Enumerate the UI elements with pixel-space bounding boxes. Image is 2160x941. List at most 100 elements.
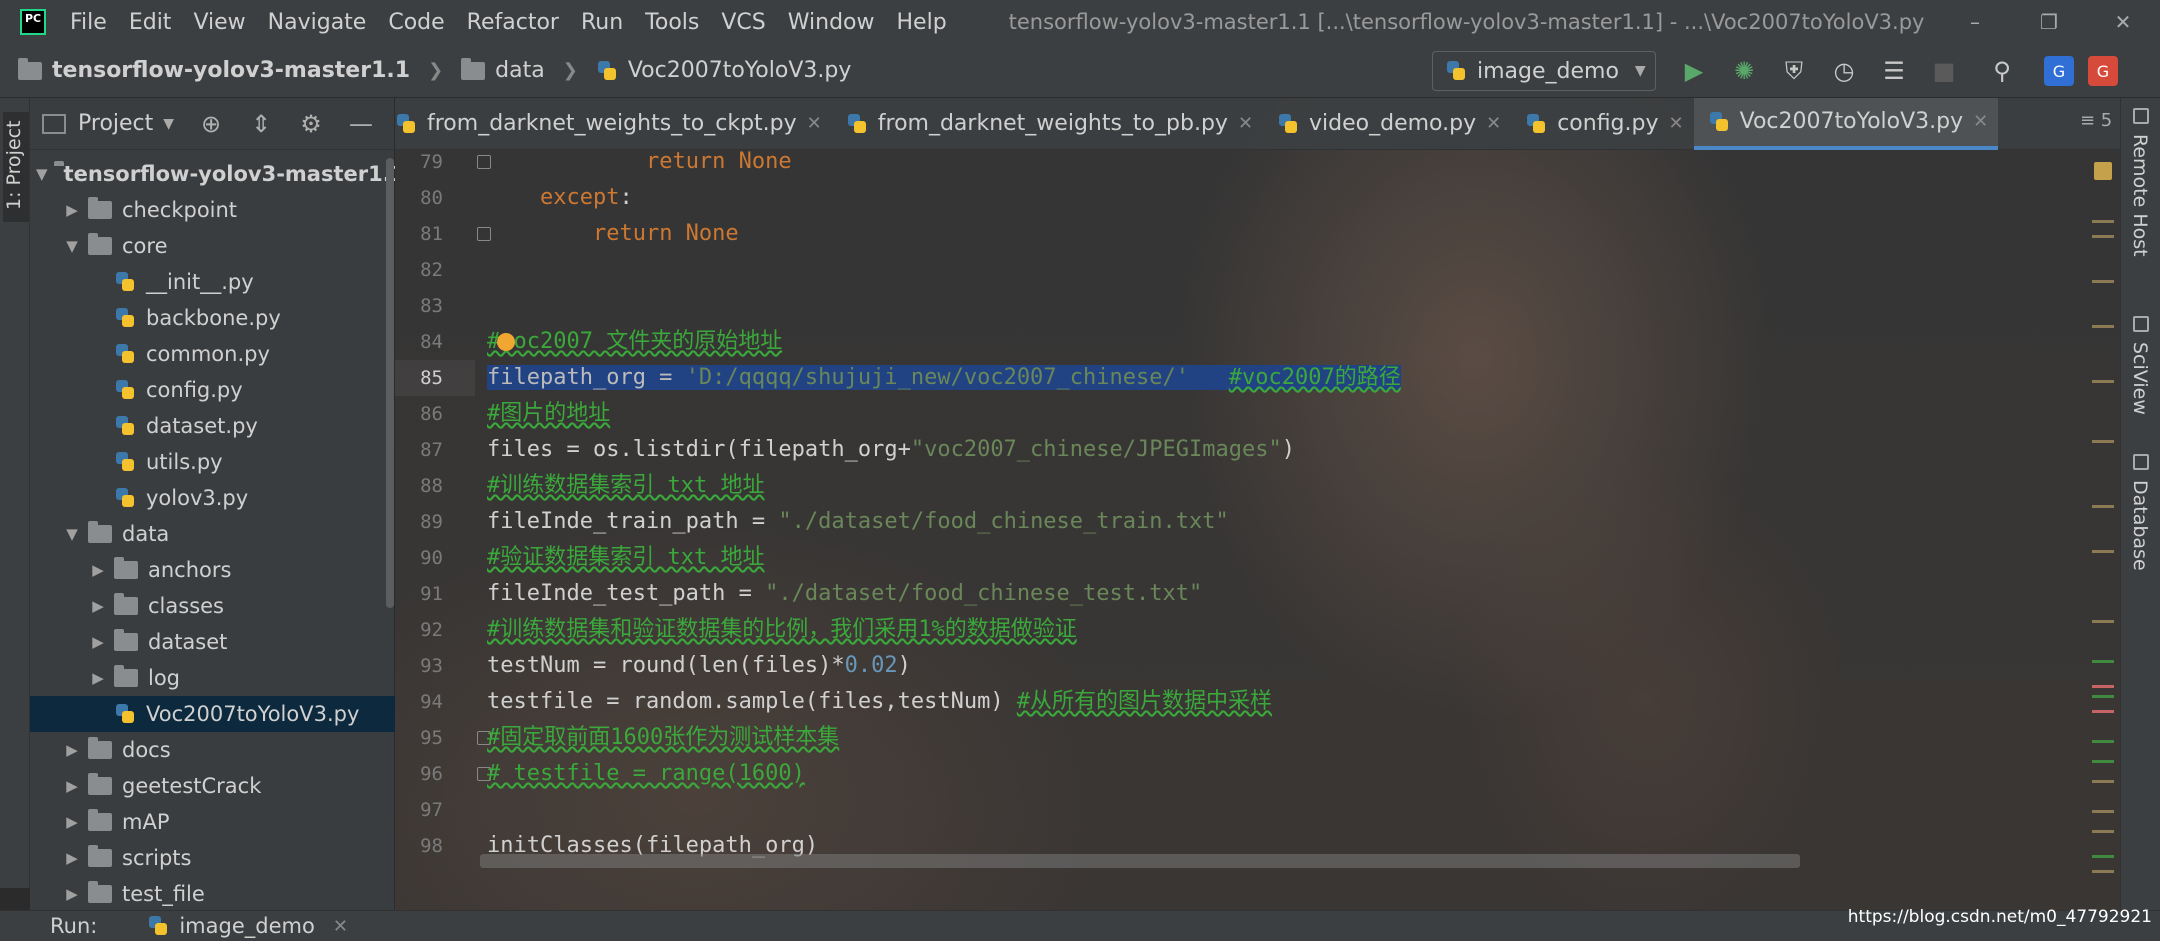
menu-tools[interactable]: Tools bbox=[645, 10, 699, 35]
locate-file-icon[interactable]: ⊕ bbox=[186, 110, 236, 138]
tree-folder-row[interactable]: ▼ data bbox=[30, 516, 395, 552]
tree-folder-row[interactable]: ▶ checkpoint bbox=[30, 192, 395, 228]
tree-file-row[interactable]: __init__.py bbox=[30, 264, 395, 300]
close-tab-icon[interactable]: ✕ bbox=[1238, 113, 1253, 134]
tree-file-row[interactable]: dataset.py bbox=[30, 408, 395, 444]
project-view-selector[interactable]: Project bbox=[78, 111, 153, 136]
collapsed-arrow-icon[interactable]: ▶ bbox=[62, 885, 82, 903]
error-stripe-marker[interactable] bbox=[2092, 620, 2114, 623]
run-icon[interactable]: ▶ bbox=[1676, 53, 1712, 89]
remote-host-tab[interactable]: Remote Host bbox=[2129, 134, 2151, 257]
error-stripe-marker[interactable] bbox=[2092, 780, 2114, 783]
error-stripe-marker[interactable] bbox=[2092, 740, 2114, 743]
breadcrumb-file[interactable]: Voc2007toYoloV3.py bbox=[578, 58, 851, 83]
error-stripe-marker[interactable] bbox=[2092, 830, 2114, 833]
tree-folder-row[interactable]: ▶ classes bbox=[30, 588, 395, 624]
error-stripe-marker[interactable] bbox=[2092, 695, 2114, 698]
editor-tab[interactable]: config.py ✕ bbox=[1511, 98, 1693, 150]
breadcrumb-data[interactable]: data ❯ bbox=[443, 57, 578, 83]
run-configuration-select[interactable]: image_demo ▼ bbox=[1432, 51, 1656, 91]
error-stripe-marker[interactable] bbox=[2092, 550, 2114, 553]
error-stripe-marker[interactable] bbox=[2092, 810, 2114, 813]
tree-folder-row[interactable]: ▶ mAP bbox=[30, 804, 395, 840]
run-tab-image-demo[interactable]: image_demo bbox=[179, 914, 314, 938]
menu-run[interactable]: Run bbox=[581, 10, 623, 35]
gear-icon[interactable]: ⚙ bbox=[286, 110, 336, 138]
sciview-tab[interactable]: SciView bbox=[2129, 342, 2151, 415]
expanded-arrow-icon[interactable]: ▼ bbox=[62, 525, 82, 543]
coverage-icon[interactable]: ⛨ bbox=[1776, 53, 1812, 89]
tree-file-row[interactable]: yolov3.py bbox=[30, 480, 395, 516]
menu-refactor[interactable]: Refactor bbox=[467, 10, 559, 35]
tab-overflow-menu[interactable]: ≡ 5 bbox=[2080, 110, 2120, 131]
profile-icon[interactable]: ◷ bbox=[1826, 53, 1862, 89]
collapsed-arrow-icon[interactable]: ▶ bbox=[62, 777, 82, 795]
tree-folder-row[interactable]: ▼tensorflow-yolov3-master1.1D:\王磊个人 bbox=[30, 156, 519, 192]
editor-tab[interactable]: from_darknet_weights_to_ckpt.py ✕ bbox=[395, 98, 832, 150]
tree-folder-row[interactable]: ▼ core bbox=[30, 228, 395, 264]
error-stripe-marker[interactable] bbox=[2092, 660, 2114, 663]
tree-file-row[interactable]: backbone.py bbox=[30, 300, 395, 336]
expanded-arrow-icon[interactable]: ▼ bbox=[36, 165, 48, 183]
stop-icon[interactable]: ■ bbox=[1926, 53, 1962, 89]
translate-icon[interactable]: G bbox=[2044, 56, 2074, 86]
editor-tab[interactable]: from_darknet_weights_to_pb.py ✕ bbox=[832, 98, 1263, 150]
error-stripe-marker[interactable] bbox=[2092, 220, 2114, 223]
breadcrumb-project[interactable]: tensorflow-yolov3-master1.1 ❯ bbox=[0, 57, 443, 83]
collapsed-arrow-icon[interactable]: ▶ bbox=[88, 633, 108, 651]
tree-folder-row[interactable]: ▶ scripts bbox=[30, 840, 395, 876]
error-stripe-marker[interactable] bbox=[2092, 760, 2114, 763]
minimize-icon[interactable]: – bbox=[1938, 0, 2012, 44]
code-area[interactable]: return None except: return None #voc2007 … bbox=[487, 149, 2117, 910]
collapse-all-icon[interactable]: ⇕ bbox=[236, 110, 286, 138]
error-stripe-marker[interactable] bbox=[2092, 440, 2114, 443]
error-stripe-marker[interactable] bbox=[2092, 280, 2114, 283]
collapsed-arrow-icon[interactable]: ▶ bbox=[88, 597, 108, 615]
translate-alt-icon[interactable]: G bbox=[2088, 56, 2118, 86]
menu-file[interactable]: File bbox=[70, 10, 107, 35]
tree-folder-row[interactable]: ▶ anchors bbox=[30, 552, 395, 588]
hide-panel-icon[interactable]: — bbox=[336, 110, 386, 138]
tree-folder-row[interactable]: ▶ docs bbox=[30, 732, 395, 768]
menu-navigate[interactable]: Navigate bbox=[268, 10, 367, 35]
caret-down-icon[interactable]: ▼ bbox=[163, 116, 174, 132]
intention-bulb-icon[interactable] bbox=[497, 333, 515, 351]
database-tab[interactable]: Database bbox=[2129, 480, 2151, 571]
error-stripe-marker[interactable] bbox=[2092, 870, 2114, 873]
inspection-status-icon[interactable] bbox=[2094, 162, 2112, 180]
close-tab-icon[interactable]: ✕ bbox=[807, 113, 822, 134]
restore-icon[interactable]: ❐ bbox=[2012, 0, 2086, 44]
error-stripe-marker[interactable] bbox=[2092, 710, 2114, 713]
close-icon[interactable]: ✕ bbox=[333, 916, 348, 937]
tree-file-row[interactable]: config.py bbox=[30, 372, 395, 408]
error-stripe-marker[interactable] bbox=[2092, 505, 2114, 508]
collapsed-arrow-icon[interactable]: ▶ bbox=[88, 561, 108, 579]
tree-folder-row[interactable]: ▶ dataset bbox=[30, 624, 395, 660]
menu-help[interactable]: Help bbox=[897, 10, 947, 35]
error-stripe-marker[interactable] bbox=[2092, 325, 2114, 328]
error-stripe-marker[interactable] bbox=[2092, 685, 2114, 688]
error-stripe-marker[interactable] bbox=[2092, 235, 2114, 238]
menu-edit[interactable]: Edit bbox=[129, 10, 172, 35]
debug-icon[interactable]: ✺ bbox=[1726, 53, 1762, 89]
menu-code[interactable]: Code bbox=[388, 10, 444, 35]
editor-tab[interactable]: Voc2007toYoloV3.py ✕ bbox=[1693, 98, 1999, 150]
collapsed-arrow-icon[interactable]: ▶ bbox=[62, 849, 82, 867]
horizontal-scrollbar[interactable] bbox=[480, 854, 1800, 868]
collapsed-arrow-icon[interactable]: ▶ bbox=[88, 669, 108, 687]
tree-file-row[interactable]: utils.py bbox=[30, 444, 395, 480]
error-stripe-marker[interactable] bbox=[2092, 855, 2114, 858]
tree-folder-row[interactable]: ▶ log bbox=[30, 660, 395, 696]
menu-vcs[interactable]: VCS bbox=[721, 10, 765, 35]
tree-file-row[interactable]: common.py bbox=[30, 336, 395, 372]
error-stripe-marker[interactable] bbox=[2092, 380, 2114, 383]
project-tool-tab[interactable]: 1: Project bbox=[3, 112, 29, 222]
collapsed-arrow-icon[interactable]: ▶ bbox=[62, 201, 82, 219]
menu-window[interactable]: Window bbox=[788, 10, 875, 35]
expanded-arrow-icon[interactable]: ▼ bbox=[62, 237, 82, 255]
tree-file-row[interactable]: Voc2007toYoloV3.py bbox=[30, 696, 395, 732]
search-icon[interactable]: ⚲ bbox=[1984, 53, 2020, 89]
collapsed-arrow-icon[interactable]: ▶ bbox=[62, 813, 82, 831]
tree-folder-row[interactable]: ▶ geetestCrack bbox=[30, 768, 395, 804]
close-icon[interactable]: ✕ bbox=[2086, 0, 2160, 44]
